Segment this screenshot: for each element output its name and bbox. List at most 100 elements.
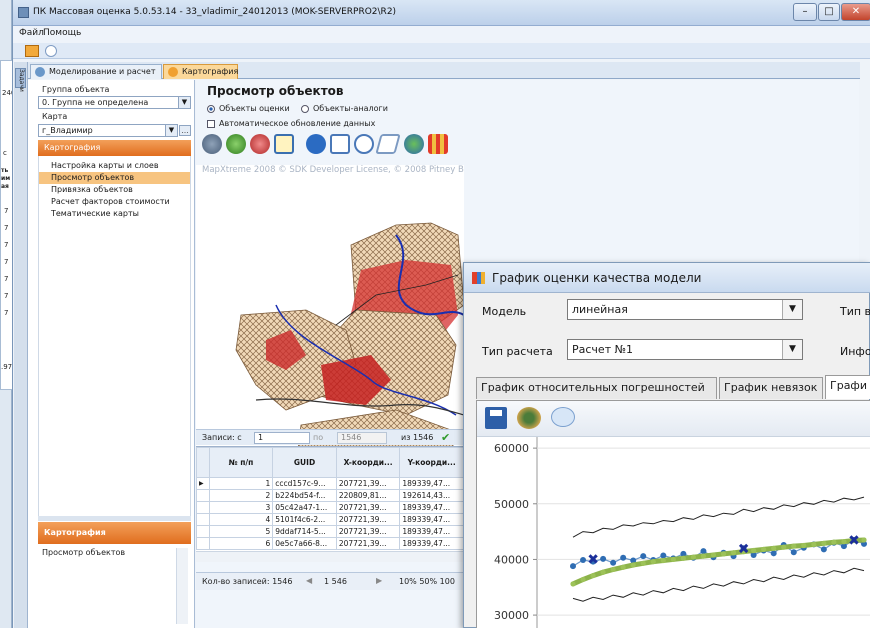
back-icon[interactable] [45, 45, 57, 57]
cell[interactable]: 5 [208, 525, 274, 538]
records-from-input[interactable]: 1 [254, 432, 310, 444]
zoom-out-icon[interactable] [250, 134, 270, 154]
auto-update-checkbox[interactable] [207, 120, 215, 128]
chevron-down-icon[interactable]: ▼ [782, 340, 802, 359]
row-selector[interactable] [196, 537, 210, 550]
chevron-down-icon[interactable]: ▼ [178, 97, 190, 108]
zoom-extent-icon[interactable] [274, 134, 294, 154]
nav-item-bind-objects[interactable]: Привязка объектов [39, 184, 190, 196]
table-row[interactable]: 3 05c42a47-1... 207721,39... 189339,47... [196, 501, 464, 514]
cell[interactable]: cccd157c-9... [272, 477, 337, 490]
minimize-button[interactable]: – [793, 3, 817, 21]
table-row[interactable]: 2 b224bd54-f... 220809,81... 192614,43... [196, 489, 464, 502]
cell[interactable]: 3 [208, 501, 274, 514]
radio-analogs[interactable] [301, 105, 309, 113]
chevron-down-icon[interactable]: ▼ [165, 125, 177, 136]
row-selector[interactable] [196, 525, 210, 538]
column-header[interactable]: GUID [272, 447, 337, 478]
nav-item-thematic-maps[interactable]: Тематические карты [39, 208, 190, 220]
circle-select-icon[interactable] [354, 134, 374, 154]
cell[interactable]: 0e5c7a66-8... [272, 537, 337, 550]
cell[interactable]: 189339,47... [399, 525, 464, 538]
cell[interactable]: b224bd54-f... [272, 489, 337, 502]
cell[interactable]: 9ddaf714-5... [272, 525, 337, 538]
more-button[interactable]: … [179, 125, 191, 136]
chevron-down-icon[interactable]: ▼ [782, 300, 802, 319]
zoom-options[interactable]: 10% 50% 100 [399, 577, 455, 586]
nav-item-map-settings[interactable]: Настройка карты и слоев [39, 160, 190, 172]
polygon-select-icon[interactable] [375, 134, 401, 154]
radio-objects[interactable] [207, 105, 215, 113]
comment-icon[interactable] [551, 407, 575, 427]
cell[interactable]: 220809,81... [335, 489, 401, 502]
column-header[interactable]: X-коорди... [335, 447, 401, 478]
pan-icon[interactable] [202, 134, 222, 154]
globe-icon[interactable] [404, 134, 424, 154]
select-arrow-icon[interactable] [306, 134, 326, 154]
cell[interactable]: 207721,39... [335, 525, 401, 538]
horizontal-scrollbar[interactable] [196, 551, 464, 562]
zoom-in-icon[interactable] [226, 134, 246, 154]
cell[interactable]: 207721,39... [335, 501, 401, 514]
table-row[interactable]: ▶ 1 cccd157c-9... 207721,39... 189339,47... [196, 477, 464, 490]
highlight-marker: ✖ [848, 533, 860, 549]
cell[interactable]: 189339,47... [399, 477, 464, 490]
cell[interactable]: 189339,47... [399, 537, 464, 550]
cell[interactable]: 4 [208, 513, 274, 526]
table-row[interactable]: 5 9ddaf714-5... 207721,39... 189339,47... [196, 525, 464, 538]
tab-relative-errors[interactable]: График относительных погрешностей [476, 377, 717, 399]
table-row[interactable]: 4 5101f4c6-2... 207721,39... 189339,47... [196, 513, 464, 526]
title-bar: ПК Массовая оценка 5.0.53.14 - 33_vladim… [13, 0, 870, 26]
cell[interactable]: 05c42a47-1... [272, 501, 337, 514]
menu-help[interactable]: Помощь [43, 28, 81, 38]
bottom-nav-item[interactable]: Просмотр объектов [42, 548, 125, 557]
group-label: Группа объекта [42, 85, 110, 94]
menu-file[interactable]: Файл [19, 28, 44, 38]
cell[interactable]: 207721,39... [335, 513, 401, 526]
tab-modeling[interactable]: Моделирование и расчет [30, 64, 162, 79]
tab-residuals[interactable]: График невязок [719, 377, 823, 399]
model-select[interactable]: линейная ▼ [567, 299, 803, 320]
records-to-input[interactable]: 1546 [337, 432, 387, 444]
tasks-tab[interactable]: Задачи [15, 68, 26, 92]
next-page-icon[interactable]: ▶ [376, 576, 382, 585]
cell[interactable]: 207721,39... [335, 537, 401, 550]
cell[interactable]: 207721,39... [335, 477, 401, 490]
cell[interactable]: 189339,47... [399, 501, 464, 514]
cell[interactable]: 2 [208, 489, 274, 502]
group-select[interactable]: 0. Группа не определена ▼ [38, 96, 191, 109]
row-selector[interactable] [196, 501, 210, 514]
save-icon[interactable] [485, 407, 507, 429]
prev-page-icon[interactable]: ◀ [306, 576, 312, 585]
dialog-title: График оценки качества модели [492, 271, 702, 285]
close-button[interactable]: ✕ [841, 3, 870, 21]
table-row[interactable]: 6 0e5c7a66-8... 207721,39... 189339,47... [196, 537, 464, 550]
tab-cartography[interactable]: Картография [163, 64, 238, 79]
column-header[interactable]: № п/п [208, 447, 274, 478]
splitter[interactable] [38, 516, 191, 521]
page-input[interactable]: 1 546 [324, 577, 347, 586]
cell[interactable]: 189339,47... [399, 513, 464, 526]
apply-check-icon[interactable]: ✔ [441, 431, 450, 444]
map-select[interactable]: г_Владимир ▼ [38, 124, 178, 137]
row-selector[interactable] [196, 513, 210, 526]
cell[interactable]: 192614,43... [399, 489, 464, 502]
tab-chart[interactable]: Графи [825, 375, 870, 399]
settings-icon[interactable] [517, 407, 541, 429]
menu-bar: Файл Помощь [13, 26, 870, 43]
scrollbar[interactable] [176, 548, 188, 624]
cell[interactable]: 6 [208, 537, 274, 550]
row-selector[interactable] [196, 489, 210, 502]
column-header[interactable]: Y-коорди... [399, 447, 464, 478]
chart-icon [472, 272, 485, 284]
cell[interactable]: 5101f4c6-2... [272, 513, 337, 526]
cell[interactable]: 1 [208, 477, 274, 490]
nav-item-view-objects[interactable]: Просмотр объектов [39, 172, 190, 184]
calc-type-select[interactable]: Расчет №1 ▼ [567, 339, 803, 360]
dialog-title-bar: График оценки качества модели [464, 263, 870, 293]
layer-icon[interactable] [428, 134, 448, 154]
tasks-toggle-icon[interactable] [25, 45, 39, 57]
maximize-button[interactable]: □ [818, 3, 840, 21]
nav-item-value-factors[interactable]: Расчет факторов стоимости [39, 196, 190, 208]
rectangle-select-icon[interactable] [330, 134, 350, 154]
